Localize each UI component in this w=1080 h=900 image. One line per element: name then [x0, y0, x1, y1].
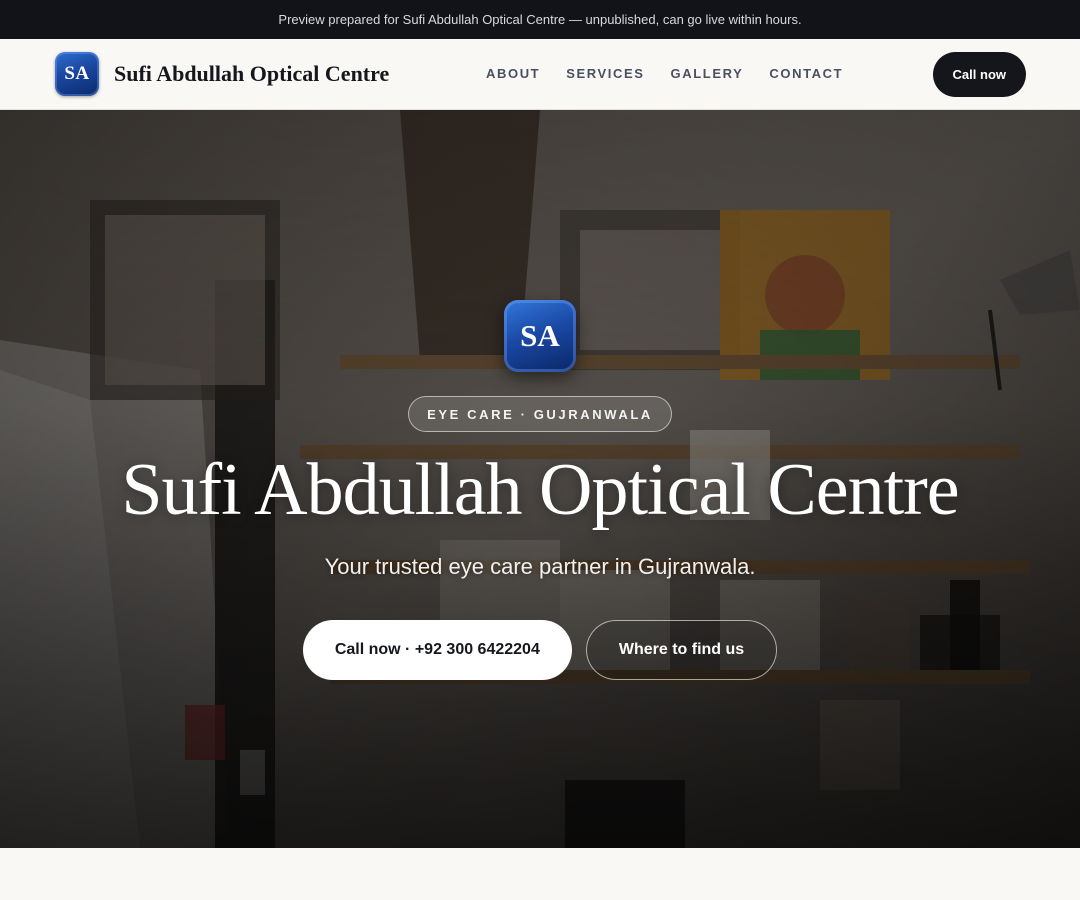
hero-subtitle: Your trusted eye care partner in Gujranw…	[324, 553, 756, 579]
nav-link-gallery[interactable]: GALLERY	[671, 66, 744, 81]
brand-logo: SA	[55, 52, 99, 96]
hero-eyebrow-badge: EYE CARE · GUJRANWALA	[408, 396, 672, 432]
preview-banner-text: Preview prepared for Sufi Abdullah Optic…	[278, 12, 802, 27]
nav-link-contact[interactable]: CONTACT	[769, 66, 843, 81]
hero-logo: SA	[504, 300, 576, 372]
next-section-start	[0, 848, 1080, 900]
hero-section: SA EYE CARE · GUJRANWALA Sufi Abdullah O…	[0, 110, 1080, 848]
hero-call-button[interactable]: Call now · +92 300 6422204	[302, 619, 572, 680]
brand-name: Sufi Abdullah Optical Centre	[114, 61, 390, 86]
brand-link[interactable]: SA Sufi Abdullah Optical Centre	[55, 52, 389, 96]
site-header: SA Sufi Abdullah Optical Centre ABOUT SE…	[0, 39, 1080, 110]
hero-location-button[interactable]: Where to find us	[585, 619, 778, 680]
header-call-button[interactable]: Call now	[932, 52, 1026, 97]
hero-content: SA EYE CARE · GUJRANWALA Sufi Abdullah O…	[0, 110, 1080, 848]
hero-title: Sufi Abdullah Optical Centre	[121, 449, 959, 531]
nav-link-about[interactable]: ABOUT	[486, 66, 540, 81]
main-nav: ABOUT SERVICES GALLERY CONTACT	[486, 66, 869, 81]
preview-banner: Preview prepared for Sufi Abdullah Optic…	[0, 0, 1080, 39]
hero-cta-row: Call now · +92 300 6422204 Where to find…	[302, 619, 778, 680]
nav-link-services[interactable]: SERVICES	[566, 66, 644, 81]
